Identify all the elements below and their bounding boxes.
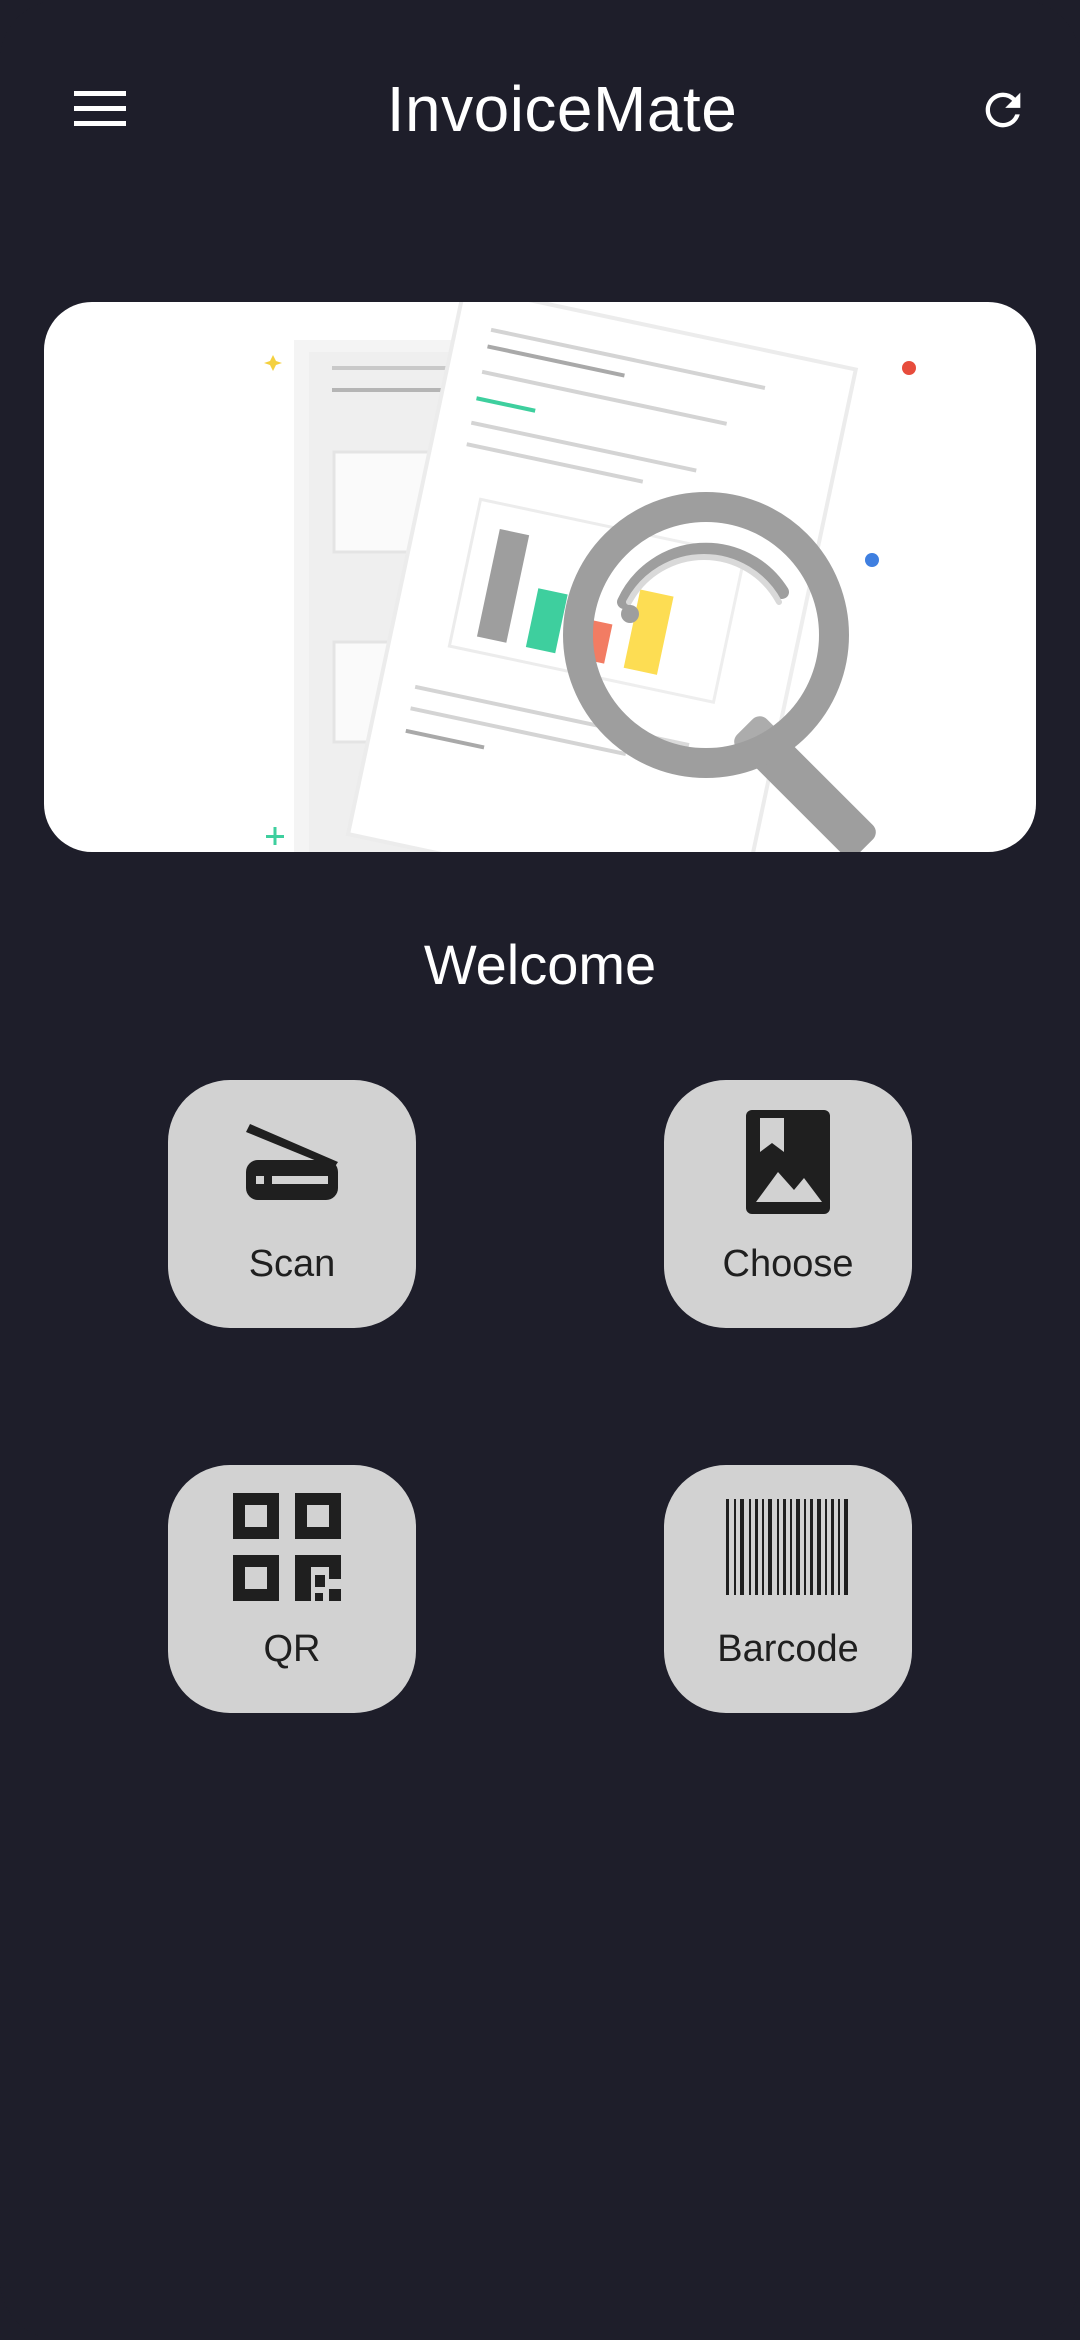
- qr-button[interactable]: QR: [168, 1465, 416, 1713]
- scan-label: Scan: [248, 1243, 336, 1285]
- scanner-icon: [246, 1124, 338, 1200]
- documents-magnifier-illustration: [264, 302, 916, 852]
- qr-label: QR: [263, 1628, 321, 1670]
- app-bar: InvoiceMate: [0, 0, 1080, 220]
- barcode-icon: [726, 1499, 848, 1595]
- refresh-button[interactable]: [960, 70, 1046, 150]
- menu-button[interactable]: [60, 78, 140, 140]
- qr-code-icon: [233, 1493, 341, 1601]
- scan-button[interactable]: Scan: [168, 1080, 416, 1328]
- home-screen: InvoiceMate Welcome Scan Choose QR Barco…: [0, 0, 1080, 2340]
- choose-button[interactable]: Choose: [664, 1080, 912, 1328]
- gallery-image-icon: [746, 1110, 830, 1214]
- hamburger-menu-icon: [74, 91, 126, 126]
- hero-illustration-card: [44, 302, 1036, 852]
- barcode-label: Barcode: [717, 1628, 859, 1670]
- choose-label: Choose: [722, 1243, 854, 1285]
- app-title: InvoiceMate: [386, 73, 738, 145]
- welcome-text: Welcome: [423, 933, 657, 996]
- refresh-icon: [985, 92, 1021, 128]
- barcode-button[interactable]: Barcode: [664, 1465, 912, 1713]
